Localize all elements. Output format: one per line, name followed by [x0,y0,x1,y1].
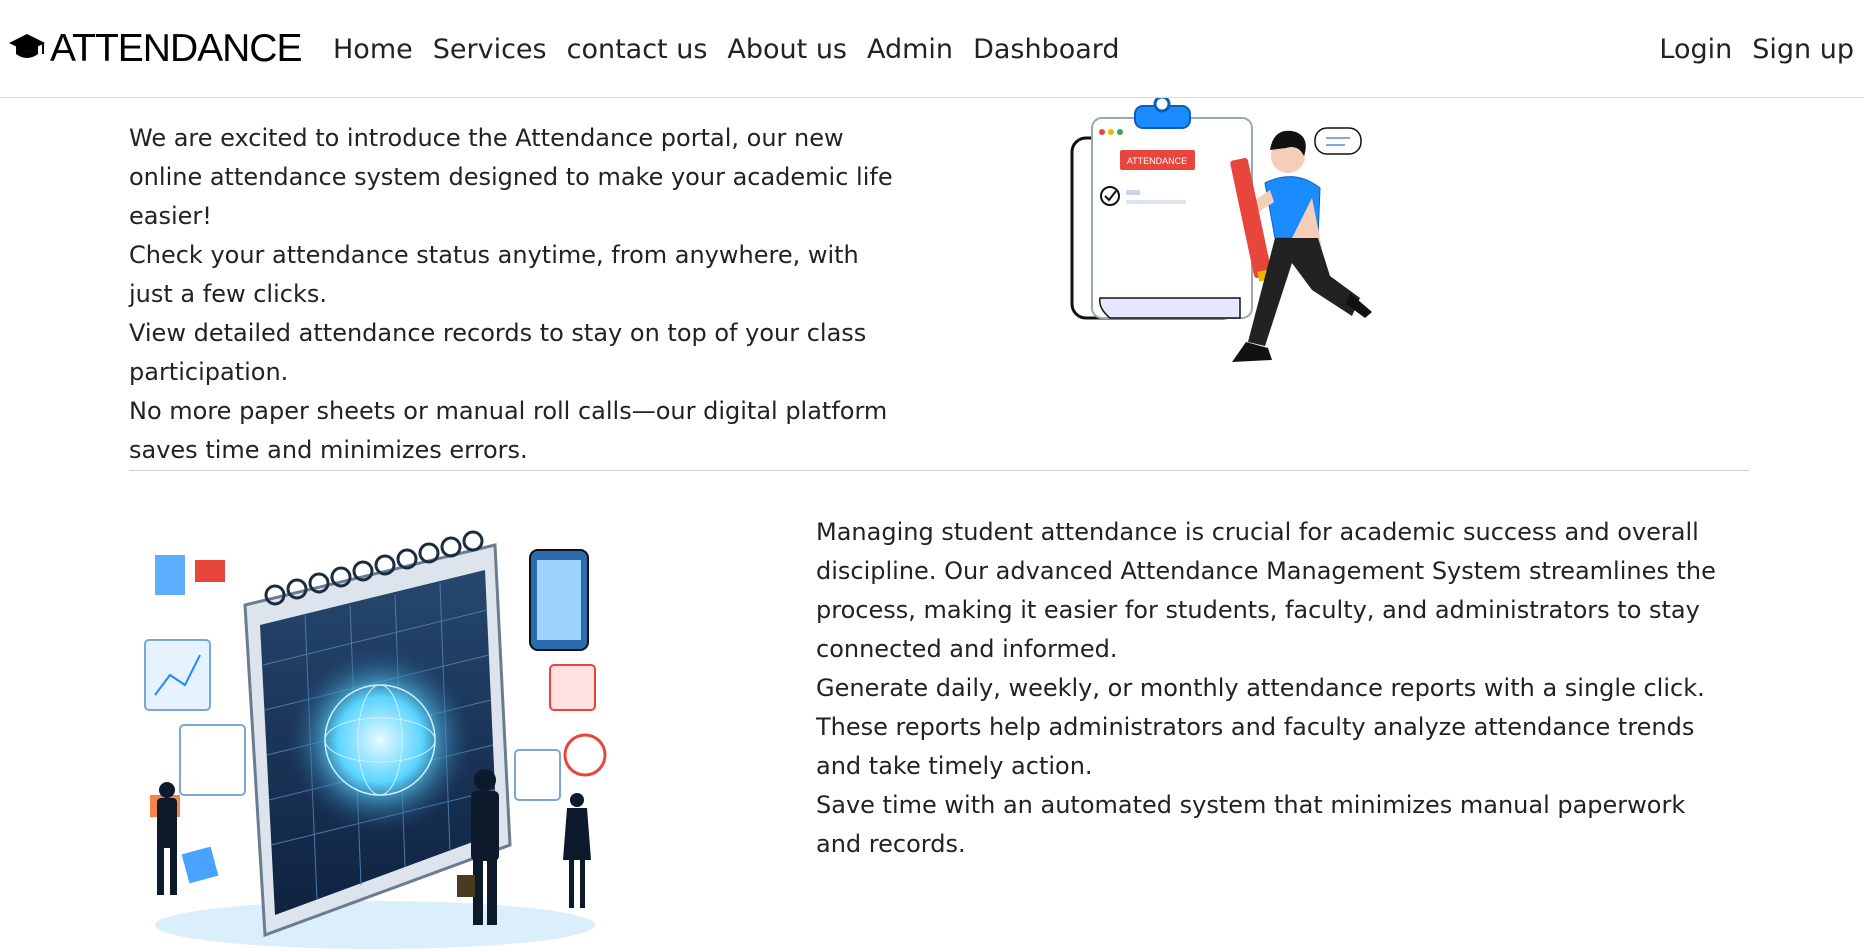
nav-services[interactable]: Services [423,28,557,72]
intro-paragraph: No more paper sheets or manual roll call… [129,397,888,464]
signup-link[interactable]: Sign up [1742,28,1864,72]
graduation-cap-icon [8,32,46,66]
section-divider [129,470,1749,471]
nav-home[interactable]: Home [323,28,423,72]
features-text: Managing student attendance is crucial f… [816,513,1736,864]
features-paragraph: Managing student attendance is crucial f… [816,518,1716,663]
nav-dashboard[interactable]: Dashboard [963,28,1129,72]
brand-name: ATTENDANCE [50,27,302,70]
intro-paragraph: Check your attendance status anytime, fr… [129,241,859,308]
brand-logo[interactable]: ATTENDANCE [8,26,302,72]
intro-text: We are excited to introduce the Attendan… [129,119,909,470]
navbar: ATTENDANCE Home Services contact us Abou… [0,0,1864,98]
login-link[interactable]: Login [1649,28,1742,72]
attendance-clipboard-illustration: ATTENDANCE [1060,95,1400,428]
intro-paragraph: We are excited to introduce the Attendan… [129,124,893,230]
calendar-dashboard-illustration [135,515,615,951]
nav-admin[interactable]: Admin [857,28,963,72]
nav-contact[interactable]: contact us [557,28,718,72]
auth-links: Login Sign up [1649,28,1864,72]
nav-links: Home Services contact us About us Admin … [323,28,1130,72]
features-paragraph: Generate daily, weekly, or monthly atten… [816,674,1705,780]
nav-about[interactable]: About us [717,28,857,72]
intro-paragraph: View detailed attendance records to stay… [129,319,867,386]
features-paragraph: Save time with an automated system that … [816,791,1686,858]
illustration-label: ATTENDANCE [1127,156,1187,166]
